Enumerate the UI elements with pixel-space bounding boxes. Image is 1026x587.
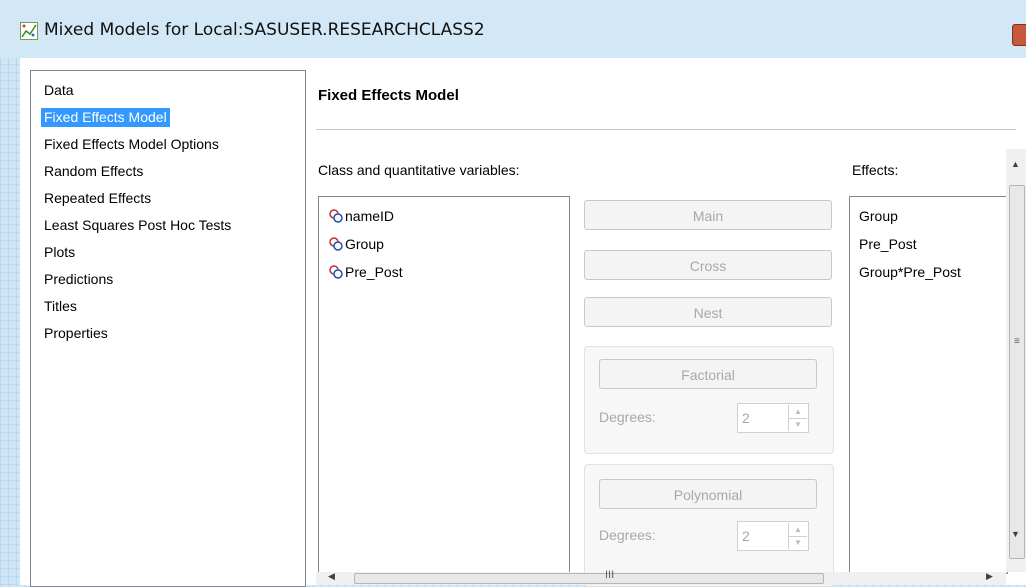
nav-item-properties[interactable]: Properties <box>41 324 111 343</box>
variables-label: Class and quantitative variables: <box>318 162 520 178</box>
scroll-left-icon[interactable]: ◀ <box>328 571 335 582</box>
scroll-grip-icon: III <box>605 569 615 581</box>
polynomial-degrees-spinner[interactable]: 2 ▲ ▼ <box>737 521 809 551</box>
variables-listbox[interactable]: nameID Group Pre_Post <box>318 196 570 574</box>
horizontal-scroll-thumb[interactable]: III <box>354 569 824 584</box>
nav-item-data[interactable]: Data <box>41 81 77 100</box>
nav-item-fixed-effects-model-options[interactable]: Fixed Effects Model Options <box>41 135 222 154</box>
navigation-list[interactable]: Data Fixed Effects Model Fixed Effects M… <box>30 70 306 587</box>
class-variable-icon <box>329 237 343 251</box>
factorial-group: Factorial Degrees: 2 ▲ ▼ <box>584 346 834 454</box>
variable-item-nameid[interactable]: nameID <box>329 205 394 227</box>
effect-item-group[interactable]: Group <box>859 205 898 227</box>
vertical-scrollbar[interactable]: ▲ ≡ ▼ <box>1006 149 1026 572</box>
spin-up-icon[interactable]: ▲ <box>789 405 807 419</box>
spin-down-icon[interactable]: ▼ <box>789 418 807 431</box>
spinner-buttons: ▲ ▼ <box>788 405 807 431</box>
polynomial-degrees-label: Degrees: <box>599 527 656 543</box>
factorial-degrees-value: 2 <box>742 410 750 426</box>
polynomial-group: Polynomial Degrees: 2 ▲ ▼ <box>584 464 834 587</box>
close-button[interactable] <box>1012 24 1026 46</box>
scroll-up-icon[interactable]: ▲ <box>1011 159 1020 169</box>
effect-item-group-by-pre-post[interactable]: Group*Pre_Post <box>859 261 961 283</box>
nest-button[interactable]: Nest <box>584 297 832 327</box>
polynomial-button[interactable]: Polynomial <box>599 479 817 509</box>
nav-item-plots[interactable]: Plots <box>41 243 78 262</box>
scroll-grip-icon: ≡ <box>1014 336 1020 347</box>
nav-item-titles[interactable]: Titles <box>41 297 80 316</box>
variable-item-pre-post[interactable]: Pre_Post <box>329 261 403 283</box>
scroll-down-icon[interactable]: ▼ <box>1011 529 1020 539</box>
polynomial-degrees-value: 2 <box>742 528 750 544</box>
scroll-right-icon[interactable]: ▶ <box>986 571 993 582</box>
effect-item-pre-post[interactable]: Pre_Post <box>859 233 917 255</box>
class-variable-icon <box>329 209 343 223</box>
nav-item-random-effects[interactable]: Random Effects <box>41 162 146 181</box>
spinner-buttons: ▲ ▼ <box>788 523 807 549</box>
nav-item-fixed-effects-model[interactable]: Fixed Effects Model <box>41 108 170 127</box>
effects-listbox[interactable]: Group Pre_Post Group*Pre_Post <box>849 196 1008 574</box>
spin-down-icon[interactable]: ▼ <box>789 536 807 549</box>
nav-item-repeated-effects[interactable]: Repeated Effects <box>41 189 154 208</box>
main-button[interactable]: Main <box>584 200 832 230</box>
vertical-scroll-thumb[interactable]: ≡ <box>1009 185 1025 559</box>
variable-name: Pre_Post <box>345 264 403 280</box>
spin-up-icon[interactable]: ▲ <box>789 523 807 537</box>
nav-item-predictions[interactable]: Predictions <box>41 270 116 289</box>
section-divider <box>316 129 1016 130</box>
factorial-button[interactable]: Factorial <box>599 359 817 389</box>
variable-name: Group <box>345 236 384 252</box>
effects-label: Effects: <box>852 162 899 178</box>
factorial-degrees-label: Degrees: <box>599 409 656 425</box>
window-titlebar: Mixed Models for Local:SASUSER.RESEARCHC… <box>0 0 1026 58</box>
cross-button[interactable]: Cross <box>584 250 832 280</box>
page-title: Fixed Effects Model <box>318 87 459 104</box>
nav-item-least-squares-post-hoc-tests[interactable]: Least Squares Post Hoc Tests <box>41 216 234 235</box>
class-variable-icon <box>329 265 343 279</box>
window-title: Mixed Models for Local:SASUSER.RESEARCHC… <box>44 20 485 40</box>
horizontal-scrollbar[interactable]: ◀ III ▶ <box>316 569 1006 585</box>
variable-name: nameID <box>345 208 395 224</box>
factorial-degrees-spinner[interactable]: 2 ▲ ▼ <box>737 403 809 433</box>
variable-item-group[interactable]: Group <box>329 233 384 255</box>
mixed-models-app-icon <box>20 22 38 40</box>
